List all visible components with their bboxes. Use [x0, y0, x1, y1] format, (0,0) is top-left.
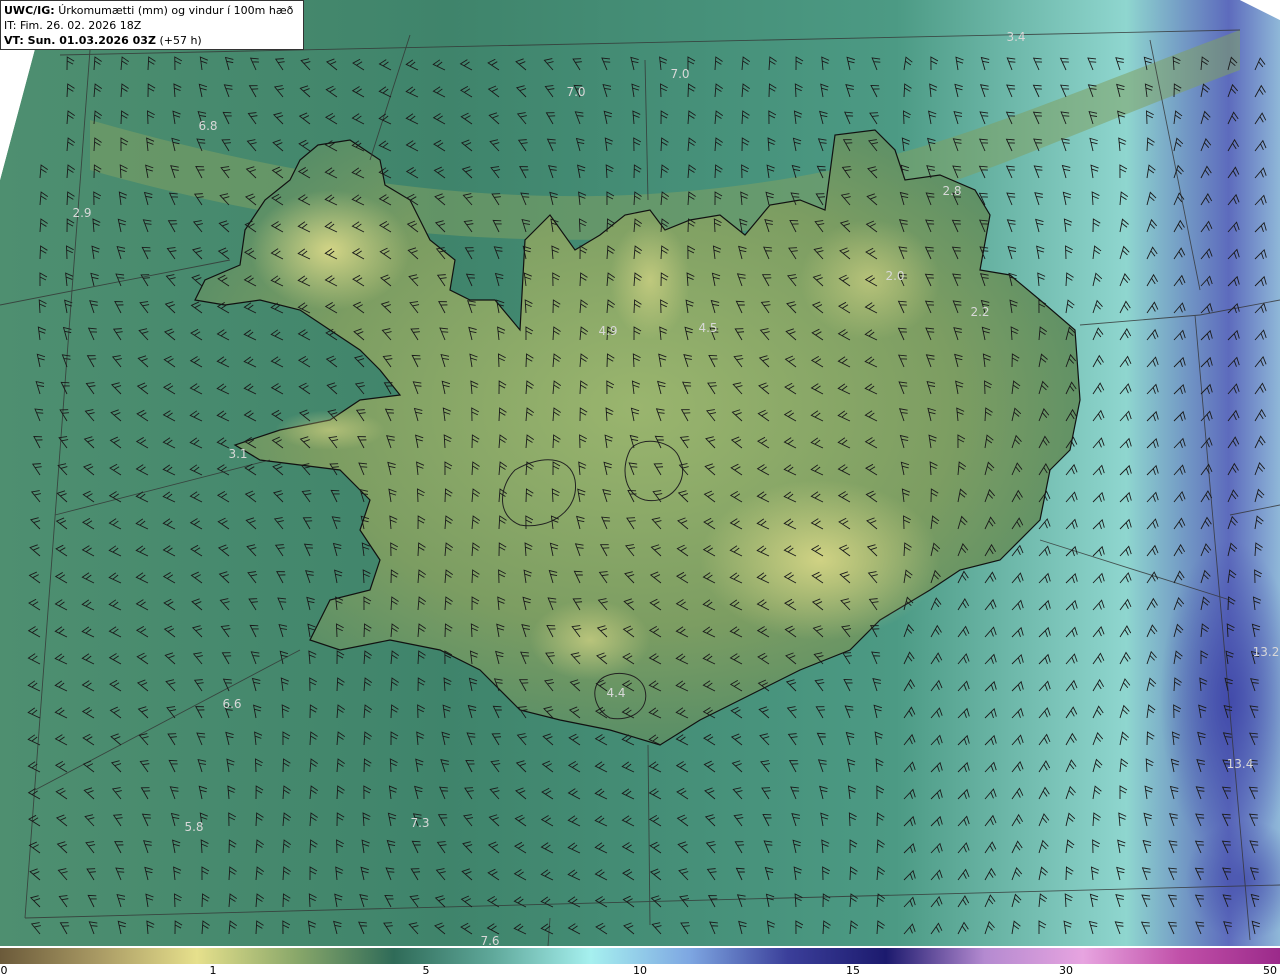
- precip-value-label: 13.4: [1227, 757, 1254, 771]
- valid-offset: (+57 h): [159, 34, 202, 47]
- precip-value-label: 7.3: [410, 816, 429, 830]
- colorbar-tick: 15: [846, 964, 860, 977]
- model-label: UWC/IG:: [4, 4, 55, 17]
- colorbar-tick: 10: [633, 964, 647, 977]
- valid-time: VT: Sun. 01.03.2026 03Z: [4, 34, 156, 47]
- colorbar-tick: 30: [1059, 964, 1073, 977]
- colorbar-tick: 50: [1263, 964, 1277, 977]
- colorbar-tick: 0: [0, 964, 8, 977]
- colorbar-tick: 5: [422, 964, 430, 977]
- init-time: IT: Fim. 26. 02. 2026 18Z: [4, 19, 142, 32]
- map-area: 3.4 7.0 7.0 6.8 2.9 2.8 2.0 2.2 4.9 4.5 3.1 13.2 13.…: [0, 0, 1280, 946]
- precip-value-label: 2.2: [970, 305, 989, 319]
- colorbar-tick: 1: [209, 964, 217, 977]
- precip-value-label: 4.9: [598, 324, 617, 338]
- precip-value-label: 6.8: [198, 119, 217, 133]
- precip-value-label: 3.1: [228, 447, 247, 461]
- map-canvas: 3.4 7.0 7.0 6.8 2.9 2.8 2.0 2.2 4.9 4.5 3.1 13.2 13.…: [0, 0, 1280, 946]
- precip-value-label: 4.4: [606, 686, 625, 700]
- precip-value-label: 3.4: [1006, 30, 1025, 44]
- precip-value-label: 4.5: [698, 321, 717, 335]
- precip-value-label: 7.0: [566, 85, 585, 99]
- map-title-box: UWC/IG: Úrkomumætti (mm) og vindur í 100…: [0, 0, 304, 50]
- precip-value-label: 13.2: [1253, 645, 1280, 659]
- precip-value-label: 2.9: [72, 206, 91, 220]
- precip-value-label: 2.0: [885, 269, 904, 283]
- precip-value-label: 6.6: [222, 697, 241, 711]
- precip-value-label: 7.6: [480, 934, 499, 946]
- precip-value-label: 5.8: [184, 820, 203, 834]
- precip-value-label: 7.0: [670, 67, 689, 81]
- colorbar: [0, 948, 1280, 964]
- field-description: Úrkomumætti (mm) og vindur í 100m hæð: [58, 4, 294, 17]
- precip-value-label: 2.8: [942, 184, 961, 198]
